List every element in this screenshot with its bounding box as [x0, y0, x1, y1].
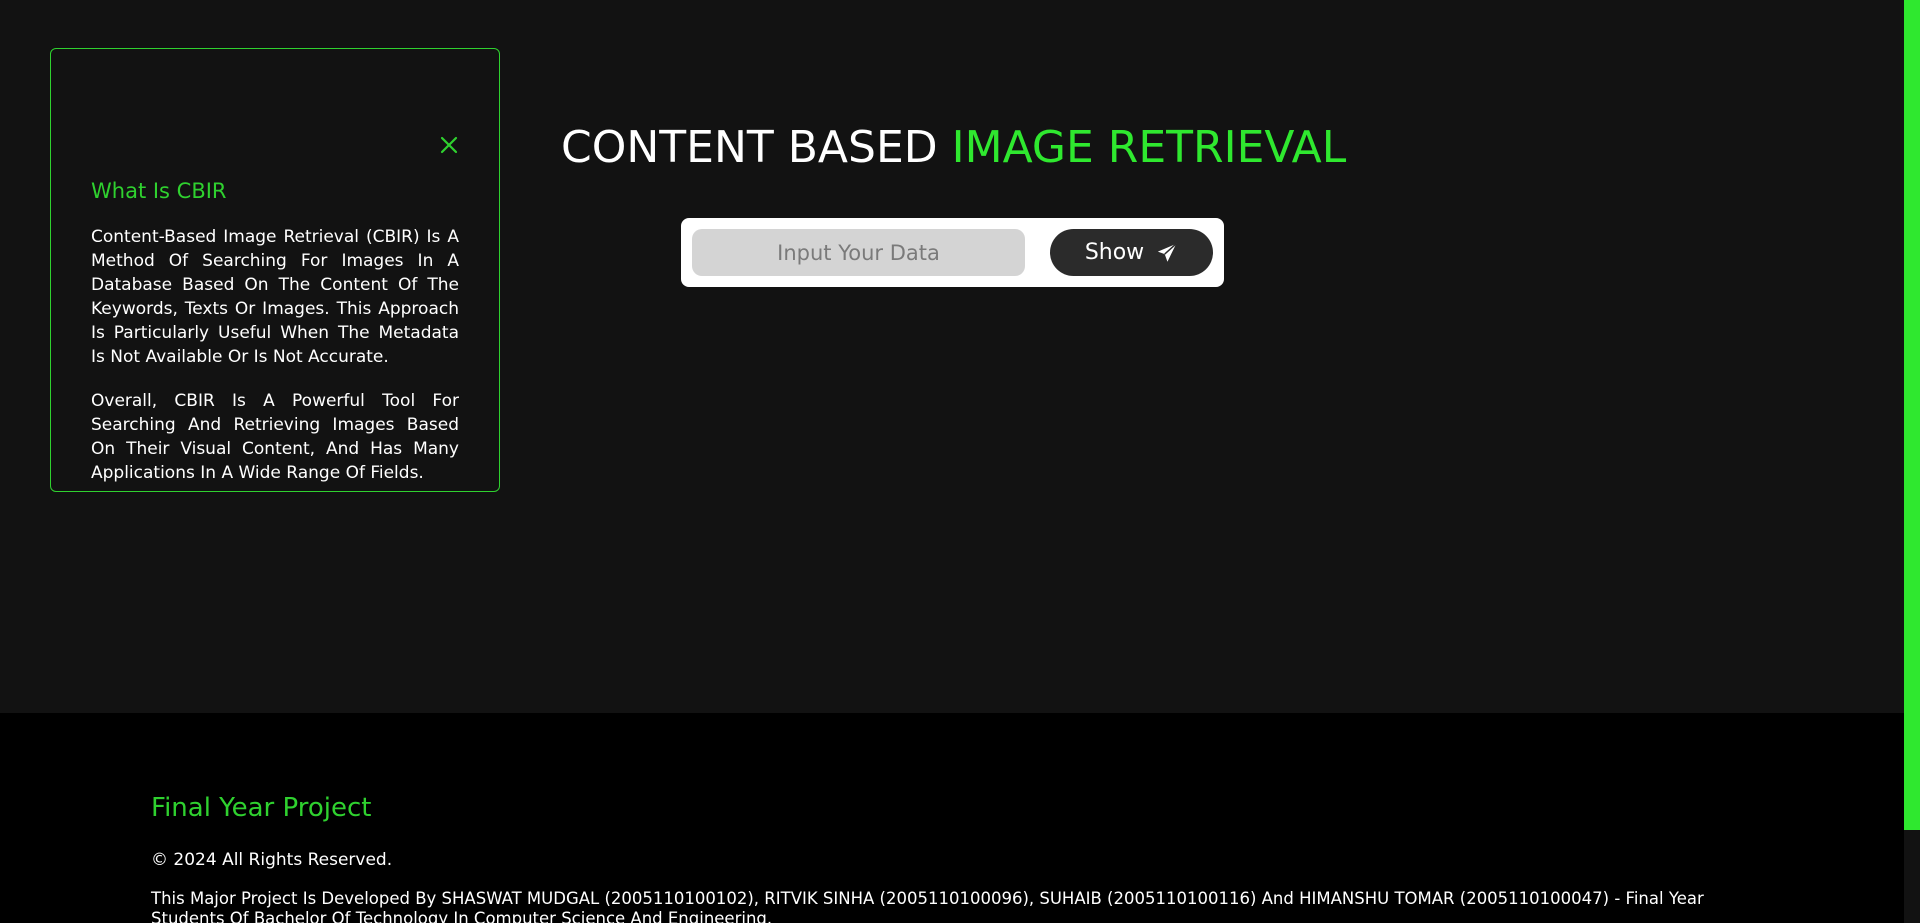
- page-title: CONTENT BASED IMAGE RETRIEVAL: [561, 122, 1346, 173]
- footer-copyright: © 2024 All Rights Reserved.: [151, 850, 393, 870]
- scrollbar-thumb[interactable]: [1904, 830, 1920, 923]
- info-card-paragraph: Overall, CBIR Is A Powerful Tool For Sea…: [91, 391, 459, 483]
- paper-plane-icon: [1156, 242, 1178, 264]
- close-icon[interactable]: [439, 135, 459, 155]
- page-title-accent: IMAGE RETRIEVAL: [951, 122, 1347, 173]
- footer: Final Year Project © 2024 All Rights Res…: [0, 713, 1904, 923]
- scrollbar[interactable]: [1904, 0, 1920, 923]
- footer-title: Final Year Project: [151, 793, 372, 823]
- info-card-paragraph: Content-Based Image Retrieval (CBIR) Is …: [91, 227, 459, 367]
- show-button[interactable]: Show: [1050, 229, 1213, 276]
- cbir-info-card: What Is CBIR Content-Based Image Retriev…: [50, 48, 500, 492]
- search-input[interactable]: [692, 229, 1025, 276]
- page-title-plain: CONTENT BASED: [561, 122, 938, 173]
- show-button-label: Show: [1084, 240, 1145, 265]
- info-card-title: What Is CBIR: [91, 179, 227, 203]
- footer-credits: This Major Project Is Developed By SHASW…: [151, 889, 1704, 923]
- search-box: Show: [681, 218, 1224, 287]
- page: What Is CBIR Content-Based Image Retriev…: [0, 0, 1920, 923]
